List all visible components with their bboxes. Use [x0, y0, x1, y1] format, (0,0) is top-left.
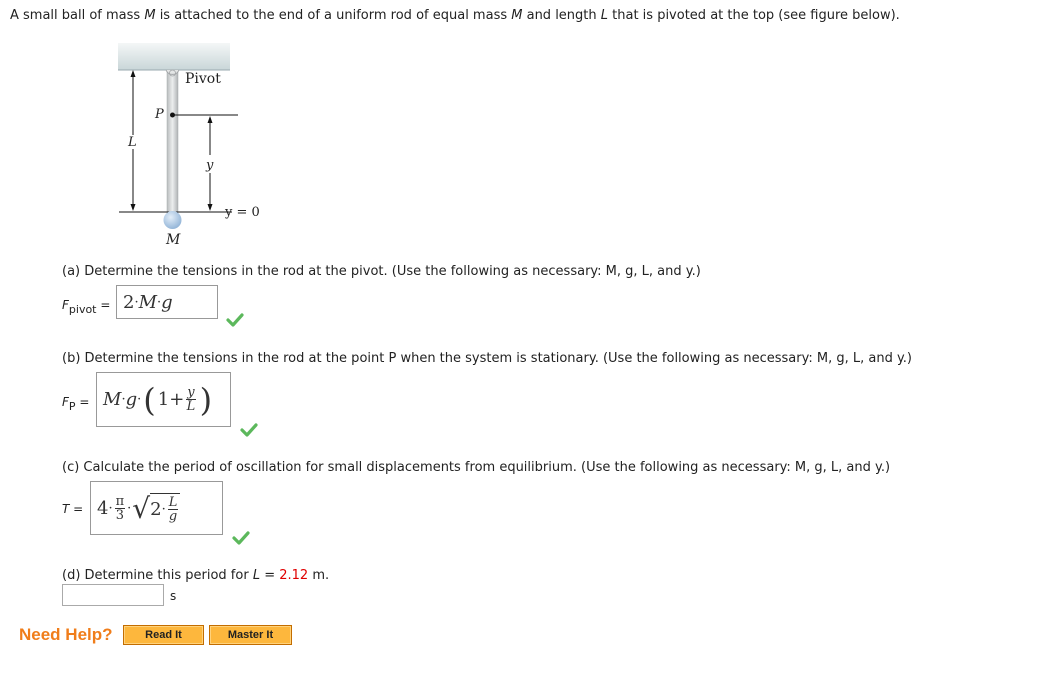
- numerator: π: [114, 493, 126, 509]
- correct-check-icon: [240, 423, 258, 437]
- m-label: M: [165, 232, 181, 248]
- y-label: y: [205, 158, 214, 173]
- denominator: L: [186, 399, 196, 414]
- expr: ·: [127, 500, 132, 516]
- master-it-button[interactable]: Master It: [209, 625, 292, 645]
- expr: g: [161, 291, 173, 313]
- q-text: =: [260, 568, 280, 583]
- p-label: P: [154, 107, 164, 122]
- figure-svg: Pivot P L y y = 0 M: [118, 43, 260, 248]
- expr: ·: [161, 502, 166, 517]
- fraction: Lg: [167, 495, 179, 524]
- expr: +: [169, 389, 185, 410]
- q-var: L: [252, 568, 261, 583]
- expr: g: [125, 389, 138, 410]
- var-m: M: [144, 8, 156, 23]
- given-value: 2.12: [279, 568, 309, 583]
- answer-d-input[interactable]: [62, 584, 164, 606]
- var-m: M: [511, 8, 523, 23]
- question-b: (b) Determine the tensions in the rod at…: [62, 351, 912, 366]
- l-label: L: [127, 135, 137, 150]
- correct-check-icon: [226, 313, 244, 327]
- label-sub: pivot: [68, 303, 97, 316]
- radicand: 2 · Lg: [150, 493, 181, 524]
- answer-b-field[interactable]: M · g ·(1 + y L): [96, 372, 231, 427]
- fraction: yL: [186, 385, 196, 414]
- label-main: F: [62, 395, 69, 409]
- f-pivot-label: Fpivot =: [62, 298, 110, 316]
- ball-mass: [163, 211, 182, 229]
- expr: 1: [157, 389, 170, 410]
- label-eq: =: [69, 502, 84, 516]
- expr: 2: [150, 499, 162, 520]
- rod-pendulum-figure: Pivot P L y y = 0 M: [115, 43, 275, 253]
- read-it-button[interactable]: Read It: [123, 625, 204, 645]
- expr: M: [103, 389, 122, 410]
- denominator: 3: [115, 507, 124, 523]
- label-sub: P: [68, 400, 76, 413]
- answer-c-field[interactable]: 4 · π 3 · √ 2 · Lg: [90, 481, 223, 535]
- unit-seconds: s: [170, 589, 177, 603]
- t-label: T =: [62, 502, 83, 516]
- label-eq: =: [75, 395, 90, 409]
- numerator: y: [186, 385, 196, 400]
- expr: (: [143, 380, 156, 419]
- intro-text: A small ball of mass: [10, 8, 145, 23]
- expr: 4: [97, 497, 109, 519]
- problem-intro: A small ball of mass M is attached to th…: [10, 8, 900, 23]
- y-zero-label: y = 0: [224, 205, 260, 220]
- q-text: (d) Determine this period for: [62, 568, 253, 583]
- question-c: (c) Calculate the period of oscillation …: [62, 460, 891, 475]
- need-help-label: Need Help?: [19, 625, 113, 644]
- expr: ·: [108, 500, 113, 516]
- var-l: L: [600, 8, 609, 23]
- fraction: π3: [114, 493, 126, 523]
- ceiling: [118, 43, 230, 70]
- q-text: m.: [308, 568, 330, 583]
- numerator: L: [167, 495, 179, 510]
- expr: 2: [123, 291, 135, 313]
- intro-text: and length: [522, 8, 601, 23]
- f-p-label: FP =: [62, 395, 89, 413]
- label-main: F: [62, 298, 69, 312]
- expr: ·: [137, 392, 142, 407]
- intro-text: is attached to the end of a uniform rod …: [155, 8, 512, 23]
- question-d: (d) Determine this period for L = 2.12 m…: [62, 568, 329, 583]
- question-a: (a) Determine the tensions in the rod at…: [62, 264, 701, 279]
- expr: ): [199, 380, 213, 419]
- answer-a-field[interactable]: 2 · M · g: [116, 285, 218, 319]
- intro-text: that is pivoted at the top (see figure b…: [608, 8, 900, 23]
- correct-check-icon: [232, 531, 250, 545]
- pivot-label: Pivot: [185, 71, 221, 87]
- label-eq: =: [96, 298, 111, 312]
- expr: M: [138, 291, 158, 313]
- rod: [166, 69, 179, 214]
- denominator: g: [168, 509, 178, 524]
- sqrt-sign: √: [132, 491, 151, 525]
